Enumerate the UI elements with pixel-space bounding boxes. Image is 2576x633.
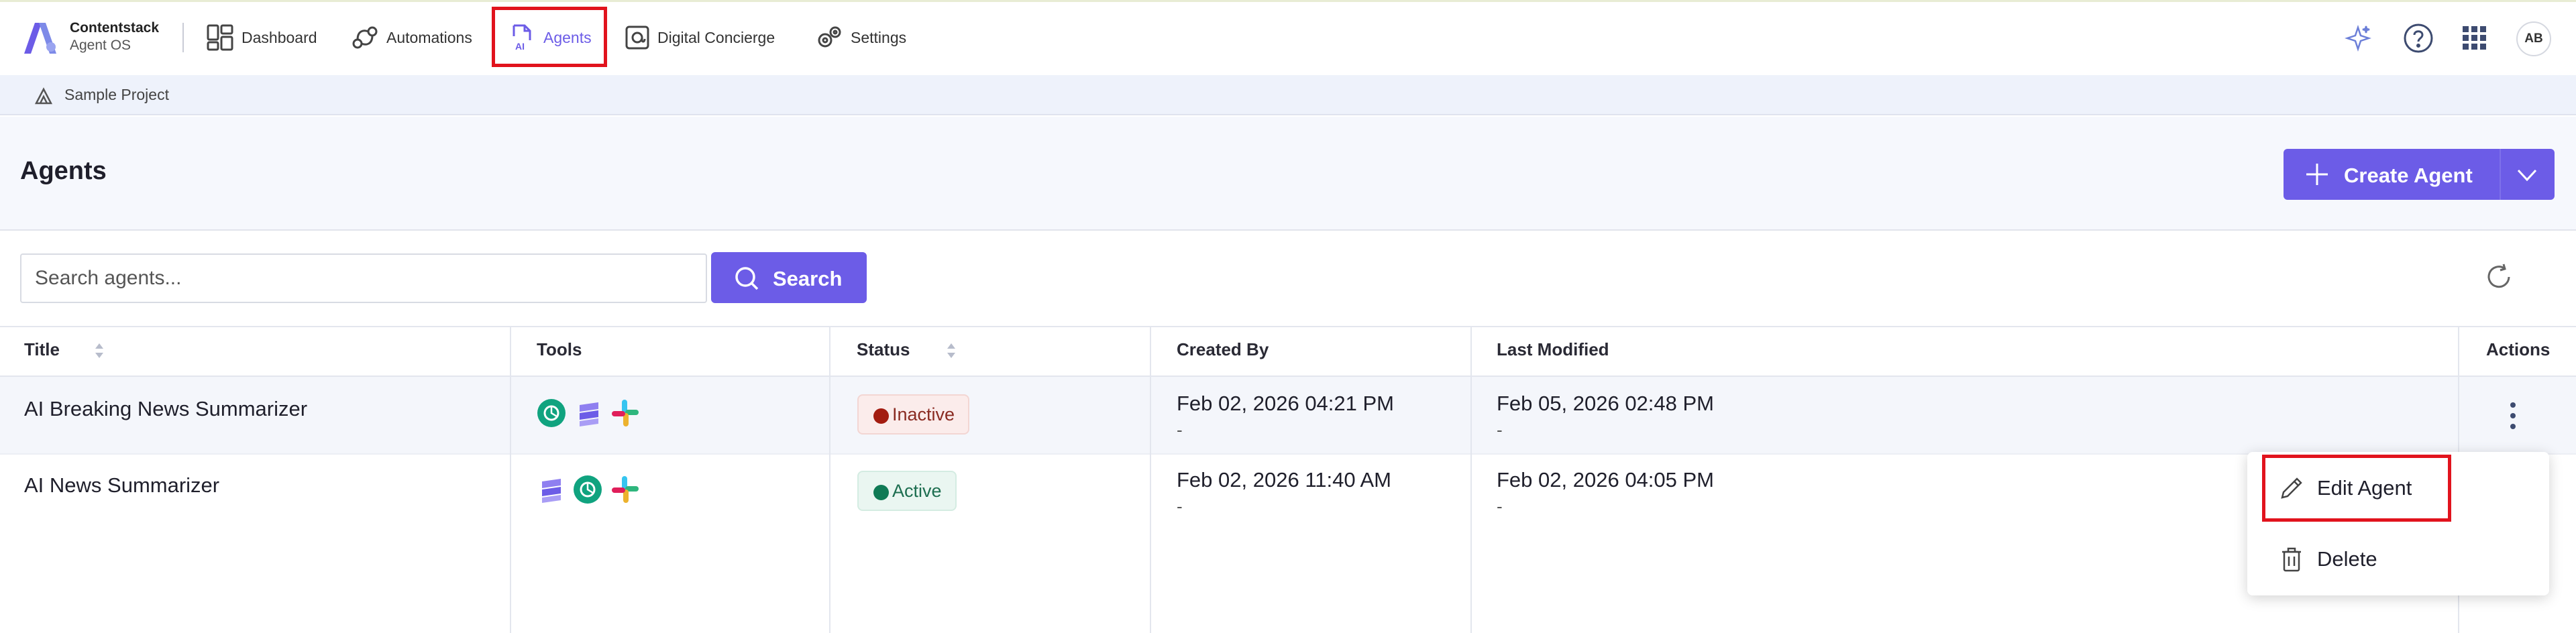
ai-assistant-button[interactable]	[2341, 21, 2375, 55]
openai-icon	[574, 475, 602, 504]
header-status[interactable]: Status	[857, 339, 910, 360]
delete-menu-item[interactable]: Delete	[2247, 526, 2549, 590]
help-button[interactable]	[2402, 21, 2435, 55]
modified-by: -	[1497, 420, 1503, 440]
modified-date: Feb 02, 2026 04:05 PM	[1497, 468, 1715, 492]
column-divider	[1150, 326, 1151, 633]
breadcrumb	[0, 75, 2576, 115]
nav-label: Automations	[386, 28, 472, 46]
brand-logo[interactable]: Contentstack Agent OS	[20, 17, 159, 56]
nav-label: Dashboard	[241, 28, 317, 46]
nav-label: Settings	[851, 28, 907, 46]
sort-icon[interactable]	[94, 342, 105, 359]
gear-icon	[818, 26, 841, 48]
contentstack-logo-icon	[24, 23, 56, 54]
brand-name: Contentstack	[70, 20, 160, 36]
status-badge: Inactive	[857, 394, 970, 435]
nav-dashboard[interactable]: Dashboard	[205, 12, 317, 63]
modified-date: Feb 05, 2026 02:48 PM	[1497, 392, 1715, 415]
apps-button[interactable]	[2458, 21, 2491, 55]
search-button-label: Search	[773, 267, 843, 290]
sparkle-icon	[2345, 25, 2371, 52]
status-dot	[873, 485, 889, 500]
concierge-icon	[625, 25, 649, 50]
trash-icon	[2282, 547, 2301, 572]
header-last-modified: Last Modified	[1497, 339, 1609, 359]
created-date: Feb 02, 2026 04:21 PM	[1177, 392, 1395, 415]
create-agent-label: Create Agent	[2344, 164, 2473, 187]
status-label: Inactive	[892, 404, 955, 424]
search-input[interactable]	[20, 253, 707, 303]
contentstack-icon	[580, 402, 598, 426]
status-label: Active	[892, 480, 942, 501]
nav-settings[interactable]: Settings	[814, 12, 906, 63]
header-tools: Tools	[537, 339, 582, 359]
nav-label: Digital Concierge	[657, 28, 775, 46]
page-header	[0, 117, 2576, 231]
help-icon	[2404, 23, 2433, 53]
slack-icon	[612, 476, 639, 503]
plus-icon	[2306, 164, 2328, 185]
search-icon	[735, 267, 759, 290]
column-divider	[829, 326, 830, 633]
sort-icon[interactable]	[946, 342, 957, 359]
status-dot	[873, 408, 889, 424]
created-date: Feb 02, 2026 11:40 AM	[1177, 468, 1391, 492]
edit-agent-highlight	[2262, 455, 2451, 522]
brand-subtitle: Agent OS	[70, 38, 131, 53]
automations-icon	[352, 26, 378, 49]
dashboard-icon	[207, 24, 233, 51]
app-grid-icon	[2463, 26, 2486, 50]
created-by: -	[1177, 496, 1183, 516]
brand-divider	[182, 23, 184, 52]
user-avatar[interactable]: AB	[2516, 21, 2551, 56]
agent-title[interactable]: AI Breaking News Summarizer	[24, 397, 307, 421]
status-badge: Active	[857, 471, 957, 511]
delete-label: Delete	[2317, 547, 2377, 571]
header-title[interactable]: Title	[24, 339, 60, 360]
table-header	[0, 326, 2576, 377]
search-button[interactable]: Search	[711, 252, 867, 303]
nav-automations[interactable]: Automations	[350, 12, 472, 63]
agents-nav-highlight	[492, 7, 607, 67]
created-by: -	[1177, 420, 1183, 440]
column-divider	[510, 326, 511, 633]
openai-icon	[537, 399, 566, 427]
breadcrumb-project[interactable]: Sample Project	[64, 86, 169, 104]
nav-digital-concierge[interactable]: Digital Concierge	[624, 12, 775, 63]
more-actions-icon[interactable]	[2505, 400, 2521, 432]
button-separator	[2500, 149, 2501, 200]
modified-by: -	[1497, 496, 1503, 516]
slack-icon	[612, 400, 639, 426]
page-title: Agents	[20, 157, 107, 185]
refresh-icon[interactable]	[2483, 262, 2514, 292]
row-divider	[0, 453, 2576, 455]
create-agent-button[interactable]: Create Agent	[2284, 149, 2555, 200]
agent-title[interactable]: AI News Summarizer	[24, 473, 219, 498]
project-icon	[34, 87, 53, 105]
contentstack-icon	[542, 479, 561, 503]
chevron-down-icon[interactable]	[2516, 165, 2538, 185]
header-created-by: Created By	[1177, 339, 1269, 359]
column-divider	[1470, 326, 1472, 633]
